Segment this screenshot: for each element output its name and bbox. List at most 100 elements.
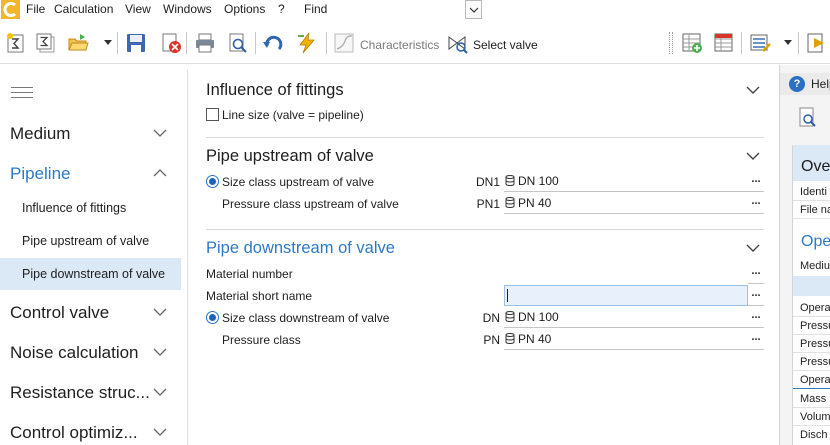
pressure-class-downstream-browse-button[interactable]: ... [748,329,764,350]
sidebar-subitem-label: Pipe upstream of valve [22,234,150,248]
menu-view[interactable]: View [125,2,151,16]
size-class-upstream-radio[interactable] [206,175,219,188]
sidebar-subitem-pipe-upstream[interactable]: Pipe upstream of valve [0,225,181,257]
edit-list-dropdown-icon[interactable] [784,40,792,45]
database-icon [505,333,515,344]
help-row: Pressu [800,320,830,332]
size-class-upstream-field[interactable]: DN 100 [504,171,748,192]
pressure-class-upstream-value: PN 40 [518,196,552,210]
new-calculation-icon[interactable] [5,32,27,54]
toolbar-separator [117,32,118,54]
pn1-prefix: PN1 [476,197,500,211]
characteristics-button: Characteristics [360,38,440,52]
size-class-downstream-label: Size class downstream of valve [222,311,390,325]
database-icon [505,197,515,208]
sidebar-item-noise-calculation[interactable]: Noise calculation [0,335,181,369]
text-caret [507,289,508,302]
pressure-class-upstream-browse-button[interactable]: ... [748,193,764,214]
sidebar-subitem-pipe-downstream[interactable]: Pipe downstream of valve [0,258,181,290]
pressure-class-upstream-label: Pressure class upstream of valve [222,197,399,211]
new-series-icon[interactable] [35,32,57,54]
sidebar-item-resistance-structure[interactable]: Resistance struc... [0,375,181,409]
select-valve-icon[interactable] [446,32,468,54]
help-row-line [793,218,830,219]
help-overview-heading: Ove [801,158,830,175]
section-collapse-chevron-icon[interactable] [746,152,760,160]
hamburger-menu-icon[interactable] [11,87,33,99]
menu-windows[interactable]: Windows [163,2,212,16]
section-title-pipe-downstream: Pipe downstream of valve [206,239,395,257]
help-panel-header[interactable]: ? Help [780,73,830,95]
help-row: Pressu [800,356,830,368]
help-panel-title: Help [811,77,830,91]
help-operating-heading: Ope [801,233,830,250]
delete-icon[interactable] [160,32,182,54]
add-table-icon[interactable] [681,32,703,54]
open-dropdown-icon[interactable] [104,40,112,45]
sidebar-item-medium[interactable]: Medium [0,116,181,150]
menu-file[interactable]: File [26,2,45,16]
undo-icon[interactable] [262,32,284,54]
toolbar-separator [798,32,799,54]
chevron-up-icon [153,169,167,177]
sidebar-item-pipeline[interactable]: Pipeline [0,156,181,190]
size-class-upstream-browse-button[interactable]: ... [748,171,764,192]
help-row: Mediu [800,260,830,272]
chevron-down-icon [153,428,167,436]
help-search-icon[interactable] [798,107,818,129]
find-dropdown-button[interactable] [465,0,482,19]
sidebar-item-control-optimization[interactable]: Control optimiz... [0,415,181,445]
material-short-name-browse-button[interactable]: ... [748,285,764,306]
help-row-line [793,407,830,408]
menu-help[interactable]: ? [278,2,285,16]
pressure-class-downstream-value: PN 40 [518,332,552,346]
print-preview-icon[interactable] [227,32,249,54]
help-row-line [793,200,830,201]
print-icon[interactable] [194,32,216,54]
database-icon [505,311,515,322]
form-panel: Influence of fittings Line size (valve =… [188,65,778,445]
dn-prefix: DN [482,311,500,325]
help-row: Opera [800,374,830,386]
navigation-sidebar: Medium Pipeline Influence of fittings Pi… [0,65,181,445]
menu-calculation[interactable]: Calculation [54,2,113,16]
sidebar-item-label: Medium [10,124,71,143]
chevron-down-icon [153,388,167,396]
save-icon[interactable] [125,32,147,54]
section-collapse-chevron-icon[interactable] [746,86,760,94]
pressure-class-upstream-field[interactable]: PN 40 [504,193,748,214]
section-collapse-chevron-icon[interactable] [746,244,760,252]
remove-table-icon[interactable] [713,32,735,54]
sidebar-item-label: Pipeline [10,164,71,183]
section-divider [206,229,764,230]
chevron-down-icon [153,348,167,356]
sidebar-item-label: Resistance struc... [10,383,150,402]
section-title-pipe-upstream: Pipe upstream of valve [206,147,374,165]
size-class-downstream-browse-button[interactable]: ... [748,307,764,328]
help-content: Ove Identi File na Ope Mediu Opera Press… [792,145,830,445]
menu-find[interactable]: Find [304,2,327,16]
pressure-class-downstream-field[interactable]: PN 40 [504,329,748,350]
toolbar-grip[interactable] [669,32,673,54]
open-folder-icon[interactable] [67,32,89,54]
size-class-downstream-field[interactable]: DN 100 [504,307,748,328]
line-size-checkbox[interactable] [206,108,219,121]
help-row: Volum [800,411,830,423]
material-short-name-input[interactable] [504,285,748,306]
sidebar-subitem-influence-of-fittings[interactable]: Influence of fittings [0,192,181,224]
export-icon[interactable] [806,32,828,54]
toolbar-separator [255,32,256,54]
size-class-upstream-value: DN 100 [518,174,559,188]
section-title-influence-of-fittings: Influence of fittings [206,81,344,99]
menu-options[interactable]: Options [224,2,265,16]
toolbar: Characteristics Select valve [0,20,830,64]
calculate-lightning-icon[interactable] [296,32,318,54]
sidebar-item-control-valve[interactable]: Control valve [0,295,181,329]
app-logo-icon [1,0,20,19]
size-class-downstream-radio[interactable] [206,311,219,324]
material-number-browse-button[interactable]: ... [748,263,764,284]
edit-list-icon[interactable] [749,32,771,54]
help-row: Mass [800,393,827,405]
help-panel: ? Help Ove Identi File na Ope Mediu Oper… [779,65,830,445]
select-valve-button[interactable]: Select valve [473,38,538,52]
